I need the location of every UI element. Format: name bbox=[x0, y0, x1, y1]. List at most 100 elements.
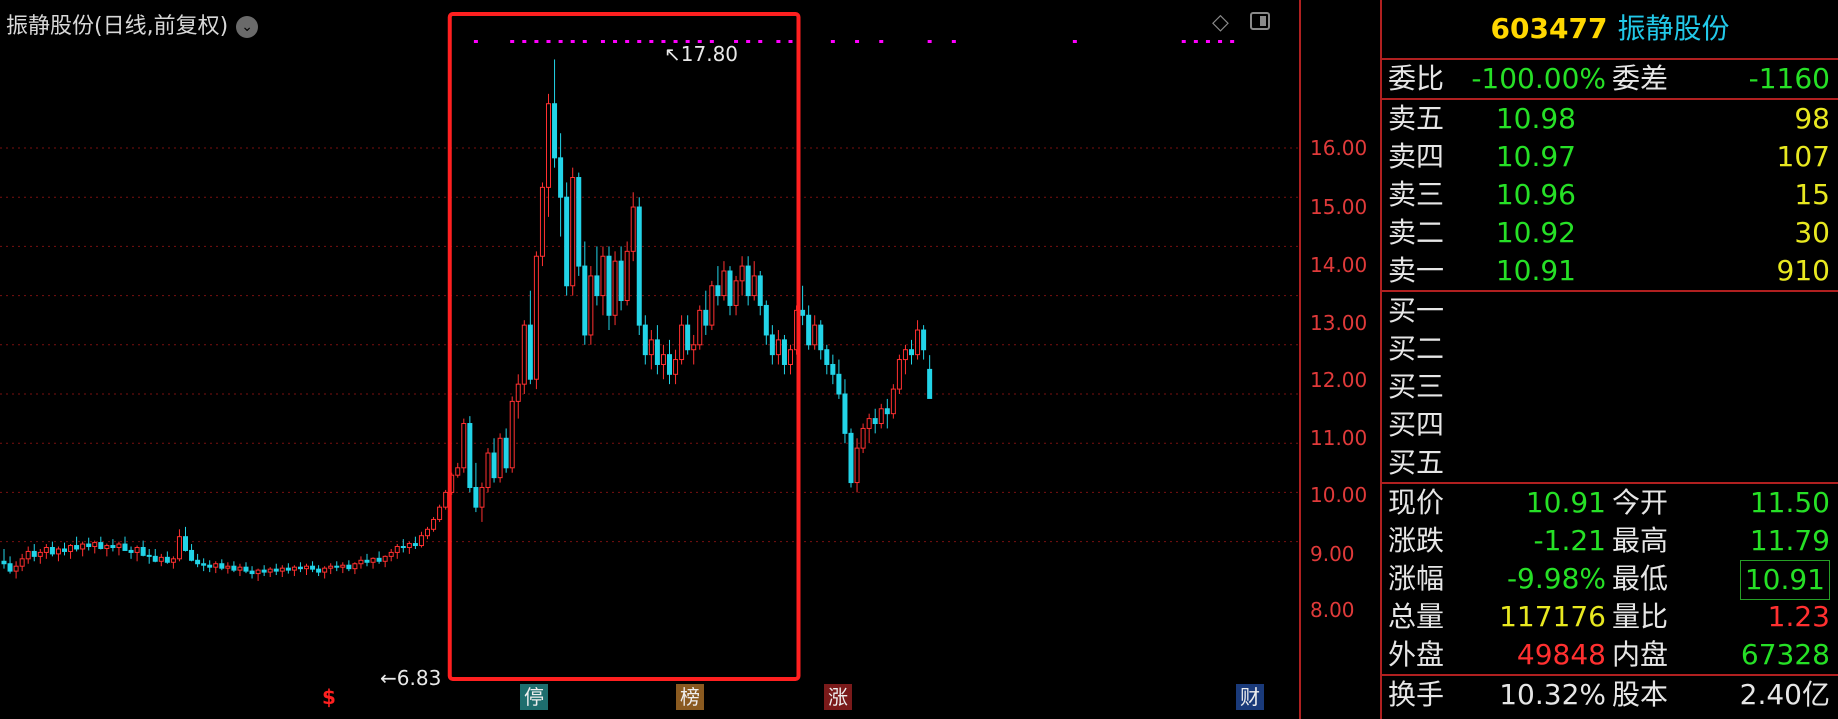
candle-body bbox=[751, 275, 757, 297]
bid-row[interactable]: 买二 bbox=[1382, 330, 1838, 368]
event-dot bbox=[522, 40, 527, 43]
event-dot bbox=[582, 40, 587, 43]
candle-body bbox=[74, 545, 80, 550]
candle-body bbox=[479, 486, 485, 508]
candle-body bbox=[128, 549, 134, 553]
candle-body bbox=[225, 565, 231, 569]
candle-body bbox=[546, 103, 551, 188]
candle-body bbox=[176, 536, 182, 560]
candle-body bbox=[219, 563, 225, 569]
weibi-label: 委比 bbox=[1388, 62, 1445, 95]
chevron-down-icon[interactable]: ⌄ bbox=[236, 16, 259, 38]
candle-body bbox=[800, 309, 806, 316]
diamond-icon[interactable]: ◇ bbox=[1212, 10, 1229, 35]
candle-body bbox=[739, 265, 745, 282]
candle-body bbox=[679, 324, 685, 361]
ask-label: 卖三 bbox=[1388, 178, 1445, 211]
candle-body bbox=[346, 564, 352, 570]
high-label: 最高 bbox=[1612, 524, 1669, 557]
candle-body bbox=[848, 432, 854, 484]
kline-chart-pane[interactable]: 振静股份(日线,前复权) ⌄ ◇ 16.00 15.00 14.00 13.00 … bbox=[0, 0, 1380, 719]
candle-body bbox=[98, 542, 104, 549]
inner-volume-label: 内盘 bbox=[1612, 638, 1669, 671]
candle-body bbox=[576, 177, 582, 267]
bid-label: 买五 bbox=[1388, 446, 1445, 479]
weibi-value: -100.00% bbox=[1471, 62, 1606, 95]
event-dot bbox=[570, 40, 575, 43]
event-dot bbox=[1193, 40, 1198, 43]
candle-body bbox=[775, 339, 781, 356]
bid-row[interactable]: 买三 bbox=[1382, 368, 1838, 406]
candle-body bbox=[279, 567, 285, 572]
marker-dragon-tiger-list[interactable]: 榜 bbox=[676, 684, 704, 710]
high-value: 11.79 bbox=[1749, 524, 1830, 557]
ask-row[interactable]: 卖五 10.98 98 bbox=[1382, 100, 1838, 138]
candle-body bbox=[485, 452, 491, 488]
candle-body bbox=[170, 558, 176, 563]
capital-value: 2.40亿 bbox=[1739, 678, 1830, 711]
ask-price: 10.91 bbox=[1495, 254, 1576, 287]
ask-row[interactable]: 卖一 10.91 910 bbox=[1382, 252, 1838, 292]
candle-body bbox=[370, 557, 376, 563]
candle-body bbox=[521, 324, 527, 385]
turnover-row: 换手 10.32% 股本 2.40亿 bbox=[1382, 676, 1838, 714]
candle-body bbox=[872, 418, 878, 425]
candle-body bbox=[116, 543, 122, 549]
change-value: -1.21 bbox=[1533, 524, 1606, 557]
turnover-label: 换手 bbox=[1388, 678, 1445, 711]
ask-row[interactable]: 卖四 10.97 107 bbox=[1382, 138, 1838, 176]
candle-body bbox=[140, 547, 146, 556]
marker-limit-up[interactable]: 涨 bbox=[824, 684, 852, 710]
bid-row[interactable]: 买一 bbox=[1382, 292, 1838, 330]
candle-body bbox=[781, 339, 787, 365]
candle-body bbox=[80, 543, 86, 550]
candle-body bbox=[382, 555, 388, 562]
ask-volume: 15 bbox=[1794, 178, 1830, 211]
marker-suspension[interactable]: 停 bbox=[520, 684, 548, 710]
weicha-label: 委差 bbox=[1612, 62, 1669, 95]
inner-volume-value: 67328 bbox=[1740, 638, 1830, 671]
weibi-row: 委比 -100.00% 委差 -1160 bbox=[1382, 60, 1838, 100]
candle-body bbox=[818, 324, 824, 351]
y-axis-label: 8.00 bbox=[1310, 598, 1355, 622]
event-dot bbox=[879, 40, 884, 43]
bid-label: 买四 bbox=[1388, 408, 1445, 441]
candle-body bbox=[31, 550, 37, 557]
ask-row[interactable]: 卖三 10.96 15 bbox=[1382, 176, 1838, 214]
marker-s[interactable]: $ bbox=[318, 684, 340, 710]
candle-body bbox=[358, 559, 364, 565]
stats-row: 总量 117176 量比 1.23 bbox=[1382, 598, 1838, 636]
candle-body bbox=[55, 548, 61, 555]
y-axis-label: 10.00 bbox=[1310, 483, 1368, 507]
candle-body bbox=[703, 309, 709, 326]
bid-label: 买一 bbox=[1388, 294, 1445, 327]
peak-price-label: ↖17.80 bbox=[664, 42, 739, 66]
capital-label: 股本 bbox=[1612, 678, 1669, 711]
ask-label: 卖二 bbox=[1388, 216, 1445, 249]
chart-title-text: 振静股份(日线,前复权) bbox=[6, 14, 229, 39]
marker-financial-report[interactable]: 财 bbox=[1236, 684, 1264, 710]
candle-body bbox=[691, 344, 697, 351]
candle-body bbox=[890, 388, 896, 415]
candle-body bbox=[376, 557, 382, 562]
event-dot bbox=[613, 40, 618, 43]
bid-row[interactable]: 买四 bbox=[1382, 406, 1838, 444]
candle-body bbox=[104, 545, 110, 549]
candle-body bbox=[921, 329, 927, 351]
candle-body bbox=[600, 255, 606, 297]
bid-row[interactable]: 买五 bbox=[1382, 444, 1838, 484]
candle-body bbox=[667, 354, 672, 375]
candle-body bbox=[110, 545, 116, 549]
candle-body bbox=[13, 565, 19, 572]
ask-row[interactable]: 卖二 10.92 30 bbox=[1382, 214, 1838, 252]
bid-label: 买二 bbox=[1388, 332, 1445, 365]
candle-body bbox=[927, 368, 933, 399]
candle-body bbox=[515, 383, 521, 402]
event-dot bbox=[758, 40, 763, 43]
ask-price: 10.96 bbox=[1495, 178, 1576, 211]
window-toggle-icon[interactable] bbox=[1250, 12, 1270, 30]
candle-body bbox=[709, 285, 715, 326]
kline-chart[interactable] bbox=[0, 0, 1380, 719]
ask-price: 10.98 bbox=[1495, 102, 1576, 135]
stats-block: 现价 10.91 今开 11.50 涨跌 -1.21 最高 11.79 涨幅 -9.98% 最低… bbox=[1382, 484, 1838, 676]
